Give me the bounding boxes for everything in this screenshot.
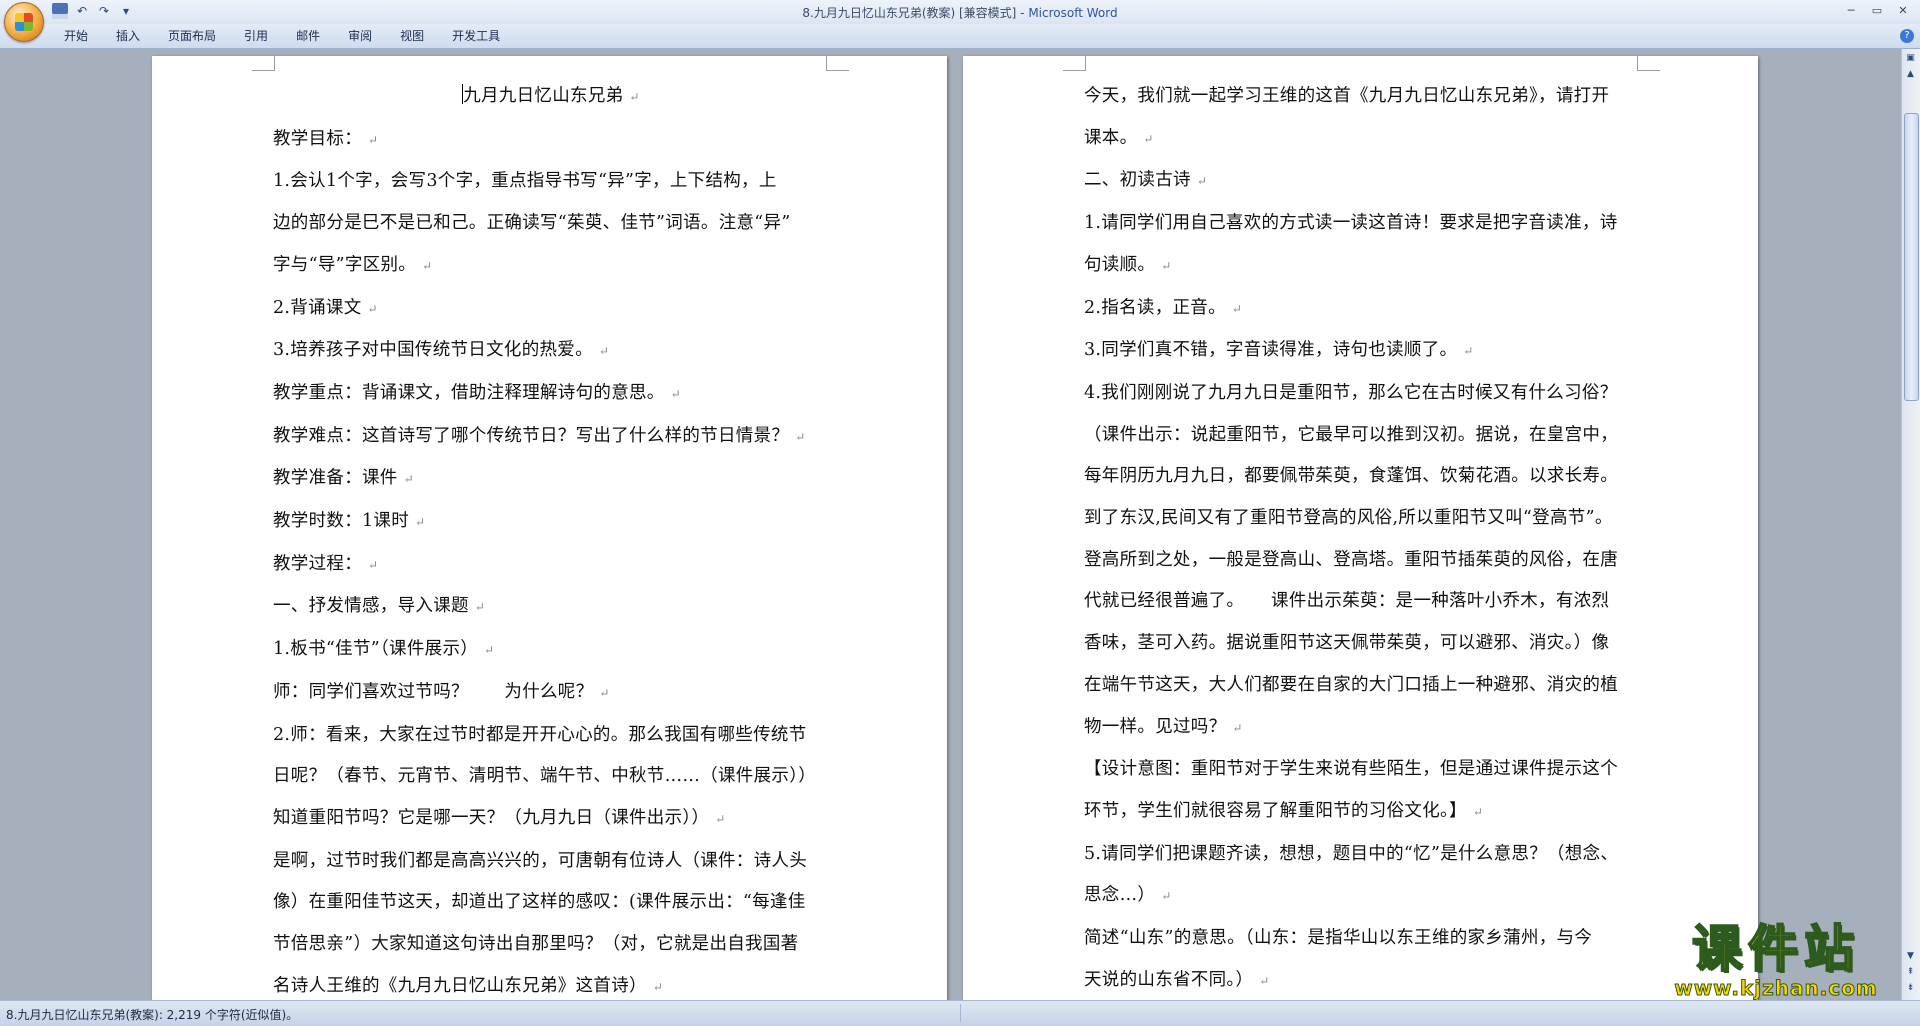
crop-mark bbox=[1637, 56, 1660, 71]
status-divider bbox=[960, 1004, 961, 1022]
paragraph: 像）在重阳佳节这天，却道出了这样的感叹：(课件展示出：“每逢佳 bbox=[273, 892, 806, 913]
paragraph: 师：同学们喜欢过节吗？ 为什么呢？ ↵ bbox=[273, 681, 610, 702]
paragraph: 2.背诵课文 ↵ bbox=[273, 297, 378, 318]
paragraph: （课件出示：说起重阳节，它最早可以推到汉初。据说，在皇宫中， bbox=[1084, 424, 1618, 445]
paragraph: 登高所到之处，一般是登高山、登高塔。重阳节插茱萸的风俗，在唐 bbox=[1084, 549, 1618, 570]
paragraph: 1.板书“佳节”（课件展示） ↵ bbox=[273, 639, 495, 660]
window-title: 8.九月九日忆山东兄弟(教案) [兼容模式] - Microsoft Word bbox=[0, 4, 1920, 21]
document-page-left[interactable]: 九月九日忆山东兄弟 ↵ 教学目标： ↵ 1.会认1个字，会写3个字，重点指导书写“异… bbox=[152, 56, 947, 1000]
document-page-right[interactable]: 今天，我们就一起学习王维的这首《九月九日忆山东兄弟》，请打开 课本。 ↵ 二、初读… bbox=[963, 56, 1758, 1000]
paragraph: 字与“导”字区别。 ↵ bbox=[273, 254, 433, 275]
next-page-icon[interactable]: ⇟ bbox=[1904, 981, 1917, 995]
paragraph: 2.师：看来，大家在过节时都是开开心心的。那么我国有哪些传统节 bbox=[273, 724, 807, 745]
crop-mark bbox=[826, 56, 849, 71]
scrollbar-thumb[interactable] bbox=[1904, 113, 1919, 401]
watermark-url: www.kjzhan.com bbox=[1674, 976, 1878, 1001]
crop-mark bbox=[252, 56, 275, 71]
paragraph: 5.请同学们把课题齐读，想想，题目中的“忆”是什么意思？（想念、 bbox=[1084, 843, 1619, 864]
scroll-down-icon[interactable]: ▼ bbox=[1904, 949, 1917, 963]
office-logo-icon bbox=[15, 13, 33, 31]
paragraph: 教学准备：课件 ↵ bbox=[273, 468, 414, 489]
tab-view[interactable]: 视图 bbox=[386, 24, 438, 48]
paragraph: 课本。 ↵ bbox=[1084, 127, 1154, 148]
paragraph: 教学难点：这首诗写了哪个传统节日？写出了什么样的节日情景？ ↵ bbox=[273, 425, 806, 446]
paragraph: 香味，茎可入药。据说重阳节这天佩带茱萸，可以避邪、消灾。）像 bbox=[1084, 633, 1610, 654]
paragraph: 一、抒发情感，导入课题 ↵ bbox=[273, 596, 486, 617]
tab-developer[interactable]: 开发工具 bbox=[438, 24, 514, 48]
tab-home[interactable]: 开始 bbox=[50, 24, 102, 48]
paragraph: 节倍思亲”）大家知道这句诗出自那里吗？（对，它就是出自我国著 bbox=[273, 934, 799, 955]
previous-page-icon[interactable]: ⇞ bbox=[1904, 965, 1917, 979]
page-content[interactable]: 今天，我们就一起学习王维的这首《九月九日忆山东兄弟》，请打开 课本。 ↵ 二、初读… bbox=[1084, 76, 1640, 1000]
paragraph: 天说的山东省不同。） ↵ bbox=[1084, 969, 1270, 990]
paragraph: 今天，我们就一起学习王维的这首《九月九日忆山东兄弟》，请打开 bbox=[1084, 86, 1610, 106]
scroll-up-icon[interactable]: ▲ bbox=[1904, 67, 1917, 81]
tab-references[interactable]: 引用 bbox=[230, 24, 282, 48]
paragraph: 日呢？（春节、元宵节、清明节、端午节、中秋节……（课件展示）） bbox=[273, 766, 817, 787]
paragraph: 知道重阳节吗？它是哪一天？（九月九日（课件出示）） ↵ bbox=[273, 807, 726, 828]
paragraph: 句读顺。 ↵ bbox=[1084, 254, 1172, 275]
paragraph: 1.请同学们用自己喜欢的方式读一读这首诗！要求是把字音读准，诗 bbox=[1084, 213, 1618, 234]
paragraph: 思念…） ↵ bbox=[1084, 885, 1172, 906]
paragraph: 2.指名读，正音。 ↵ bbox=[1084, 297, 1243, 318]
paragraph: 简述“山东”的意思。（山东：是指华山以东王维的家乡蒲州，与今 bbox=[1084, 928, 1593, 949]
paragraph: 在端午节这天，大人们都要在自家的大门口插上一种避邪、消灾的植 bbox=[1084, 674, 1618, 695]
crop-mark bbox=[1063, 56, 1086, 71]
paragraph: 1.会认1个字，会写3个字，重点指导书写“异”字，上下结构，上 bbox=[273, 171, 777, 192]
paragraph: 教学目标： ↵ bbox=[273, 128, 379, 149]
page-content[interactable]: 九月九日忆山东兄弟 ↵ 教学目标： ↵ 1.会认1个字，会写3个字，重点指导书写“异… bbox=[273, 76, 829, 1000]
paragraph: 每年阴历九月九日，都要佩带茱萸，食蓬饵、饮菊花酒。以求长寿。 bbox=[1084, 466, 1618, 487]
paragraph: 教学过程： ↵ bbox=[273, 553, 379, 574]
tab-mailings[interactable]: 邮件 bbox=[282, 24, 334, 48]
close-icon[interactable]: ✕ bbox=[1892, 2, 1914, 20]
tab-review[interactable]: 审阅 bbox=[334, 24, 386, 48]
paragraph: 教学时数：1课时 ↵ bbox=[273, 511, 426, 532]
paragraph: 代就已经很普遍了。 课件出示茱萸：是一种落叶小乔木，有浓烈 bbox=[1084, 591, 1610, 612]
document-workspace: 九月九日忆山东兄弟 ↵ 教学目标： ↵ 1.会认1个字，会写3个字，重点指导书写“异… bbox=[0, 49, 1902, 1000]
paragraph: 教学重点：背诵课文，借助注释理解诗句的意思。 ↵ bbox=[273, 382, 681, 403]
paragraph: 3.培养孩子对中国传统节日文化的热爱。 ↵ bbox=[273, 340, 610, 361]
paragraph: 3.同学们真不错，字音读得准，诗句也读顺了。 ↵ bbox=[1084, 340, 1474, 361]
app-name: Microsoft Word bbox=[1028, 6, 1118, 20]
paragraph: 二、初读古诗 ↵ bbox=[1084, 170, 1208, 191]
site-watermark: 课件站 www.kjzhan.com bbox=[1660, 920, 1892, 1001]
paragraph: 环节，学生们就很容易了解重阳节的习俗文化。】 ↵ bbox=[1084, 800, 1484, 821]
title-bar: ↶ ↷ ▾ 8.九月九日忆山东兄弟(教案) [兼容模式] - Microsoft… bbox=[0, 0, 1920, 42]
ruler-toggle-icon[interactable]: ▣ bbox=[1904, 51, 1917, 65]
watermark-title: 课件站 bbox=[1691, 920, 1860, 978]
minimize-icon[interactable]: ─ bbox=[1840, 2, 1862, 20]
paragraph: 物一样。见过吗？ ↵ bbox=[1084, 716, 1243, 737]
word-count-status[interactable]: 8.九月九日忆山东兄弟(教案): 2,219 个字符(近似值)。 bbox=[6, 1006, 298, 1023]
vertical-scrollbar[interactable]: ▣ ▲ ▼ ⇞ ⇟ bbox=[1901, 49, 1920, 1000]
ribbon: 开始 插入 页面布局 引用 邮件 审阅 视图 开发工具 ? bbox=[0, 24, 1920, 49]
paragraph: 4.我们刚刚说了九月九日是重阳节，那么它在古时候又有什么习俗？ bbox=[1084, 382, 1618, 403]
help-icon[interactable]: ? bbox=[1900, 29, 1914, 43]
document-title: 8.九月九日忆山东兄弟(教案) [兼容模式] - bbox=[802, 6, 1029, 20]
paragraph: 名诗人王维的《九月九日忆山东兄弟》这首诗） ↵ bbox=[273, 975, 664, 996]
tab-insert[interactable]: 插入 bbox=[102, 24, 154, 48]
document-heading: 九月九日忆山东兄弟 ↵ bbox=[462, 84, 640, 106]
maximize-icon[interactable]: ▭ bbox=[1866, 2, 1888, 20]
window-controls: ─ ▭ ✕ bbox=[1840, 2, 1914, 20]
office-button[interactable] bbox=[4, 2, 44, 42]
status-bar: 8.九月九日忆山东兄弟(教案): 2,219 个字符(近似值)。 bbox=[0, 1000, 1920, 1026]
paragraph: 到了东汉,民间又有了重阳节登高的风俗,所以重阳节又叫“登高节”。 bbox=[1084, 508, 1613, 529]
paragraph: 【设计意图：重阳节对于学生来说有些陌生，但是通过课件提示这个 bbox=[1084, 759, 1618, 780]
paragraph: 是啊，过节时我们都是高高兴兴的，可唐朝有位诗人（课件：诗人头 bbox=[273, 850, 807, 871]
paragraph: 边的部分是巳不是已和己。正确读写“茱萸、佳节”词语。注意“异” bbox=[273, 213, 791, 234]
ribbon-tabs: 开始 插入 页面布局 引用 邮件 审阅 视图 开发工具 bbox=[50, 24, 514, 48]
tab-page-layout[interactable]: 页面布局 bbox=[154, 24, 230, 48]
